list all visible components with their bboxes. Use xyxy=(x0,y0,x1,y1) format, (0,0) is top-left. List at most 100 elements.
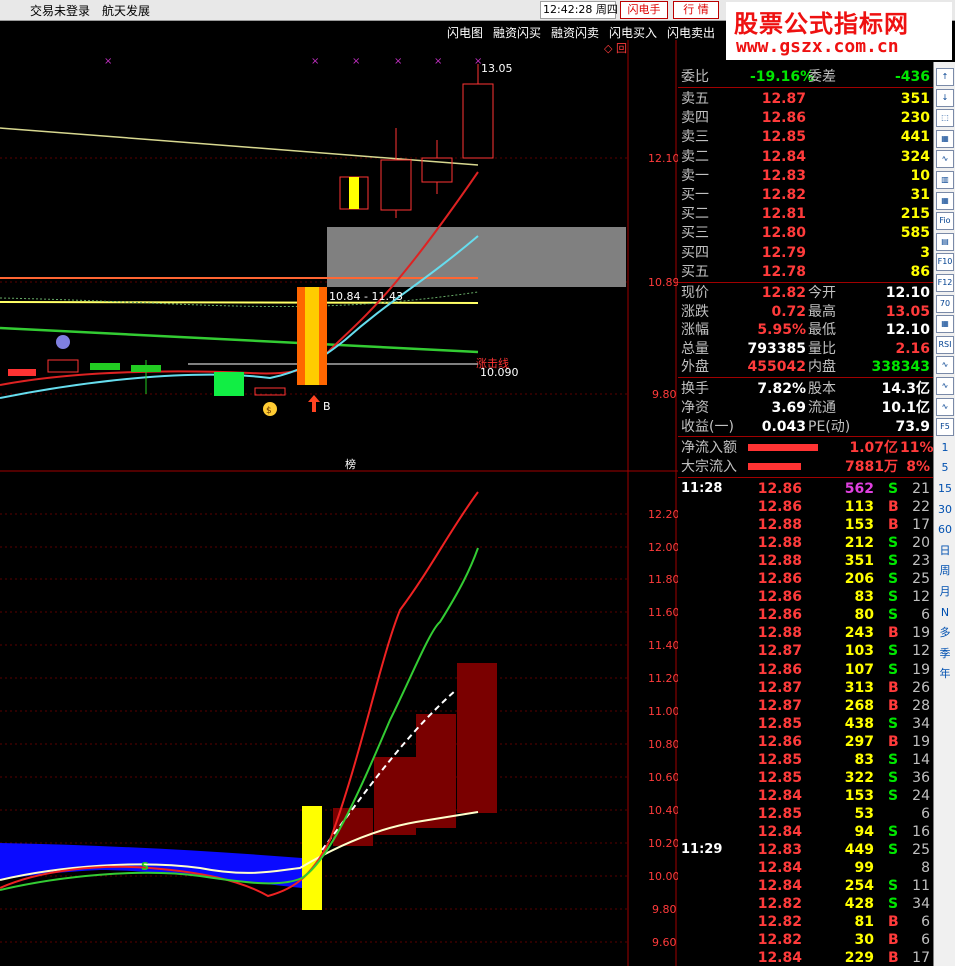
trade-row[interactable]: 12.82 30 B 6 xyxy=(678,931,933,949)
trade-volume: 99 xyxy=(854,860,874,877)
trade-row[interactable]: 12.86 206 S 25 xyxy=(678,570,933,588)
sidebar-tool-14[interactable]: ∿ xyxy=(936,356,954,375)
bid-row[interactable]: 买一 12.82 31 xyxy=(678,186,933,204)
trade-row[interactable]: 12.85 438 S 34 xyxy=(678,715,933,733)
sidebar-tool-27[interactable]: 多 xyxy=(936,624,954,642)
sidebar-tool-17[interactable]: F5 xyxy=(936,418,954,437)
quote-label: 涨幅 xyxy=(681,322,709,338)
ask-row[interactable]: 卖三 12.85 441 xyxy=(678,128,933,146)
corner-mark[interactable]: ◇ 回 xyxy=(604,42,627,55)
trade-row[interactable]: 12.82 81 B 6 xyxy=(678,913,933,931)
trade-row[interactable]: 12.84 229 B 17 xyxy=(678,949,933,966)
trade-row[interactable]: 11:29 12.83 449 S 25 xyxy=(678,841,933,859)
trade-row[interactable]: 11:28 12.86 562 S 21 xyxy=(678,480,933,498)
flow-label: 净流入额 xyxy=(681,440,737,456)
sidebar-tool-10[interactable]: F12 xyxy=(936,274,954,292)
sidebar-tool-4[interactable]: ∿ xyxy=(936,150,954,169)
sidebar-tool-16[interactable]: ∿ xyxy=(936,397,954,416)
trade-time: 11:29 xyxy=(681,842,723,857)
quote-button[interactable]: 行 情 xyxy=(673,1,719,19)
bid-row[interactable]: 买四 12.79 3 xyxy=(678,244,933,262)
trade-row[interactable]: 12.87 313 B 26 xyxy=(678,679,933,697)
kline-chart-area[interactable]: 12.10 10.89 9.80 ◇ 回 × × × × × × 13.05 10.84… xyxy=(0,22,678,966)
trade-row[interactable]: 12.88 153 B 17 xyxy=(678,516,933,534)
trade-side: B xyxy=(888,679,899,696)
sidebar-tool-1[interactable]: ↓ xyxy=(936,88,954,107)
ask-row[interactable]: 卖二 12.84 324 xyxy=(678,148,933,166)
trade-side: S xyxy=(888,661,899,678)
trade-count: 22 xyxy=(912,499,930,516)
trade-volume: 438 xyxy=(844,715,874,732)
trade-row[interactable]: 12.86 107 S 19 xyxy=(678,661,933,679)
trade-row[interactable]: 12.84 153 S 24 xyxy=(678,787,933,805)
trade-row[interactable]: 12.85 83 S 14 xyxy=(678,751,933,769)
trade-row[interactable]: 12.84 94 S 16 xyxy=(678,823,933,841)
ask-row[interactable]: 卖五 12.87 351 xyxy=(678,90,933,108)
sidebar-tool-12[interactable]: ▦ xyxy=(936,315,954,334)
svg-text:×: × xyxy=(311,56,319,67)
trade-row[interactable]: 12.86 297 B 19 xyxy=(678,733,933,751)
book-price: 12.82 xyxy=(761,187,806,203)
trade-row[interactable]: 12.82 428 S 34 xyxy=(678,895,933,913)
stock-name: 航天发展 xyxy=(102,4,151,18)
sidebar-tool-2[interactable]: ⬚ xyxy=(936,109,954,128)
trade-volume: 449 xyxy=(844,842,874,858)
quote-row: 涨跌 0.72 最高 13.05 xyxy=(678,303,933,321)
trade-row[interactable]: 12.87 103 S 12 xyxy=(678,642,933,660)
trade-price: 12.86 xyxy=(757,571,802,588)
sidebar-tool-26[interactable]: N xyxy=(936,604,954,622)
sidebar-tool-21[interactable]: 30 xyxy=(936,501,954,519)
fundamental-row: 净资 3.69 流通 10.1亿 xyxy=(678,399,933,417)
sidebar-tool-15[interactable]: ∿ xyxy=(936,377,954,395)
trade-row[interactable]: 12.88 351 S 23 xyxy=(678,552,933,570)
sidebar-tool-24[interactable]: 周 xyxy=(936,562,954,580)
flash-trade-button[interactable]: 闪电手 xyxy=(620,1,668,19)
quote-value: 12.10 xyxy=(885,322,930,338)
sidebar-tool-6[interactable]: ▦ xyxy=(936,191,954,210)
sidebar-tool-20[interactable]: 15 xyxy=(936,480,954,498)
sidebar-tool-18[interactable]: 1 xyxy=(936,439,954,457)
trade-row[interactable]: 12.87 268 B 28 xyxy=(678,697,933,715)
trade-count: 23 xyxy=(912,553,930,570)
rank-label[interactable]: 榜 xyxy=(345,457,356,471)
sidebar-tool-13[interactable]: RSI xyxy=(936,335,954,354)
trade-row[interactable]: 12.86 83 S 12 xyxy=(678,588,933,606)
ask-row[interactable]: 卖四 12.86 230 xyxy=(678,109,933,127)
trade-row[interactable]: 12.84 254 S 11 xyxy=(678,877,933,895)
sidebar-tool-25[interactable]: 月 xyxy=(936,583,954,601)
sidebar-tool-19[interactable]: 5 xyxy=(936,459,954,477)
limit-up-candle-core xyxy=(305,287,319,385)
trade-row[interactable]: 12.84 99 8 xyxy=(678,859,933,877)
trade-row[interactable]: 12.88 212 S 20 xyxy=(678,534,933,552)
sidebar-tool-7[interactable]: Fio xyxy=(936,212,954,231)
svg-text:10.20: 10.20 xyxy=(648,837,678,850)
sidebar-tool-8[interactable]: ▤ xyxy=(936,232,954,251)
sidebar-tool-5[interactable]: ▥ xyxy=(936,171,954,189)
sidebar-tool-3[interactable]: ▦ xyxy=(936,129,954,148)
book-level-label: 买四 xyxy=(681,244,709,261)
book-level-label: 卖一 xyxy=(681,167,709,184)
sidebar-tool-22[interactable]: 60 xyxy=(936,521,954,539)
login-status[interactable]: 交易未登录 xyxy=(30,2,90,19)
sidebar-tool-23[interactable]: 日 xyxy=(936,542,954,560)
trade-row[interactable]: 12.86 113 B 22 xyxy=(678,498,933,516)
book-level-label: 买五 xyxy=(681,263,709,280)
sidebar-tool-28[interactable]: 季 xyxy=(936,645,954,663)
trade-row[interactable]: 12.88 243 B 19 xyxy=(678,624,933,642)
ask-row[interactable]: 卖一 12.83 10 xyxy=(678,167,933,185)
trade-row[interactable]: 12.85 322 S 36 xyxy=(678,769,933,787)
trade-row[interactable]: 12.85 53 6 xyxy=(678,805,933,823)
svg-text:10.60: 10.60 xyxy=(648,771,678,784)
ma-dotted xyxy=(0,291,479,308)
bid-row[interactable]: 买五 12.78 86 xyxy=(678,263,933,281)
bid-row[interactable]: 买二 12.81 215 xyxy=(678,205,933,223)
sidebar-tool-11[interactable]: 70 xyxy=(936,294,954,313)
bid-row[interactable]: 买三 12.80 585 xyxy=(678,224,933,242)
trade-count: 36 xyxy=(912,769,930,786)
quote-row: 现价 12.82 今开 12.10 xyxy=(678,284,933,302)
sidebar-tool-29[interactable]: 年 xyxy=(936,665,954,683)
sidebar-tool-9[interactable]: F10 xyxy=(936,253,954,272)
trade-row[interactable]: 12.86 80 S 6 xyxy=(678,606,933,624)
sidebar-tool-0[interactable]: ↑ xyxy=(936,68,954,86)
svg-text:12.00: 12.00 xyxy=(648,541,678,554)
